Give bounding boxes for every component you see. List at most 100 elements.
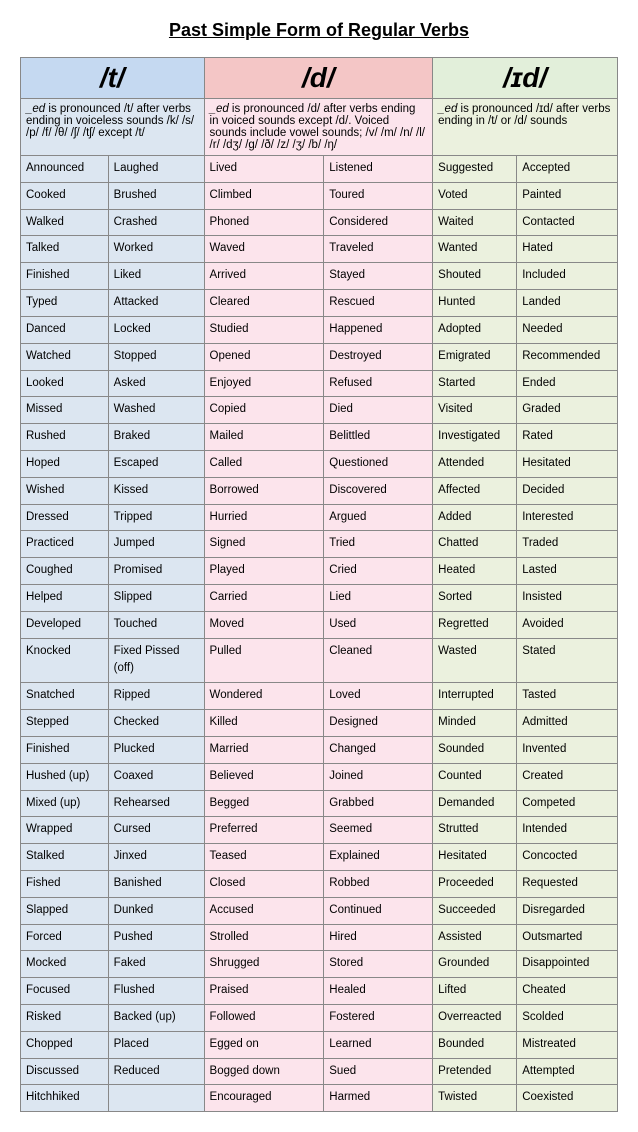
word-cell: Requested [517, 870, 618, 897]
word-cell: Egged on [204, 1031, 324, 1058]
word-cell: Bounded [433, 1031, 517, 1058]
word-cell: Liked [108, 263, 204, 290]
word-cell: Waved [204, 236, 324, 263]
word-cell: Destroyed [324, 343, 433, 370]
word-cell: Invented [517, 736, 618, 763]
word-cell: Jinxed [108, 844, 204, 871]
word-cell: Bogged down [204, 1058, 324, 1085]
word-cell: Hoped [21, 450, 109, 477]
word-cell: Wondered [204, 683, 324, 710]
word-cell: Hitchhiked [21, 1085, 109, 1112]
word-cell [108, 1085, 204, 1112]
word-cell: Encouraged [204, 1085, 324, 1112]
word-cell: Happened [324, 316, 433, 343]
word-cell: Designed [324, 710, 433, 737]
word-cell: Rushed [21, 424, 109, 451]
word-cell: Sorted [433, 585, 517, 612]
word-cell: Wasted [433, 638, 517, 683]
word-cell: Learned [324, 1031, 433, 1058]
word-cell: Landed [517, 290, 618, 317]
word-cell: Phoned [204, 209, 324, 236]
word-cell: Needed [517, 316, 618, 343]
word-cell: Shrugged [204, 951, 324, 978]
word-cell: Laughed [108, 156, 204, 183]
word-cell: Finished [21, 263, 109, 290]
word-cell: Seemed [324, 817, 433, 844]
word-cell: Insisted [517, 585, 618, 612]
word-cell: Strutted [433, 817, 517, 844]
word-cell: Continued [324, 897, 433, 924]
word-cell: Heated [433, 558, 517, 585]
word-cell: Braked [108, 424, 204, 451]
word-cell: Traveled [324, 236, 433, 263]
word-cell: Contacted [517, 209, 618, 236]
word-cell: Discovered [324, 477, 433, 504]
word-cell: Typed [21, 290, 109, 317]
word-cell: Rehearsed [108, 790, 204, 817]
word-cell: Wished [21, 477, 109, 504]
desc-id: _ed is pronounced /ɪd/ after verbs endin… [433, 99, 618, 156]
word-cell: Finished [21, 736, 109, 763]
word-cell: Toured [324, 182, 433, 209]
word-cell: Watched [21, 343, 109, 370]
word-cell: Mistreated [517, 1031, 618, 1058]
word-cell: Ended [517, 370, 618, 397]
word-cell: Hushed (up) [21, 763, 109, 790]
word-cell: Loved [324, 683, 433, 710]
word-cell: Suggested [433, 156, 517, 183]
word-cell: Wanted [433, 236, 517, 263]
word-cell: Scolded [517, 1005, 618, 1032]
word-cell: Married [204, 736, 324, 763]
word-cell: Admitted [517, 710, 618, 737]
word-cell: Coaxed [108, 763, 204, 790]
word-cell: Shouted [433, 263, 517, 290]
word-cell: Explained [324, 844, 433, 871]
word-cell: Focused [21, 978, 109, 1005]
word-cell: Lived [204, 156, 324, 183]
word-cell: Concocted [517, 844, 618, 871]
word-cell: Carried [204, 585, 324, 612]
word-cell: Dunked [108, 897, 204, 924]
word-cell: Stayed [324, 263, 433, 290]
word-cell: Coughed [21, 558, 109, 585]
word-cell: Hesitated [517, 450, 618, 477]
word-cell: Visited [433, 397, 517, 424]
word-cell: Helped [21, 585, 109, 612]
word-cell: Knocked [21, 638, 109, 683]
word-cell: Attacked [108, 290, 204, 317]
word-cell: Waited [433, 209, 517, 236]
desc-t: _ed is pronounced /t/ after verbs ending… [21, 99, 205, 156]
word-cell: Checked [108, 710, 204, 737]
word-cell: Hunted [433, 290, 517, 317]
word-cell: Grounded [433, 951, 517, 978]
word-cell: Robbed [324, 870, 433, 897]
header-id: /ɪd/ [433, 58, 618, 99]
word-cell: Twisted [433, 1085, 517, 1112]
word-cell: Created [517, 763, 618, 790]
word-cell: Looked [21, 370, 109, 397]
word-cell: Played [204, 558, 324, 585]
word-cell: Strolled [204, 924, 324, 951]
word-cell: Missed [21, 397, 109, 424]
word-cell: Changed [324, 736, 433, 763]
word-cell: Voted [433, 182, 517, 209]
word-cell: Mailed [204, 424, 324, 451]
word-cell: Escaped [108, 450, 204, 477]
word-cell: Preferred [204, 817, 324, 844]
word-cell: Overreacted [433, 1005, 517, 1032]
word-cell: Outsmarted [517, 924, 618, 951]
word-cell: Backed (up) [108, 1005, 204, 1032]
word-cell: Hesitated [433, 844, 517, 871]
word-cell: Slipped [108, 585, 204, 612]
word-cell: Tripped [108, 504, 204, 531]
word-cell: Minded [433, 710, 517, 737]
word-cell: Hurried [204, 504, 324, 531]
word-cell: Attempted [517, 1058, 618, 1085]
word-cell: Mixed (up) [21, 790, 109, 817]
word-cell: Walked [21, 209, 109, 236]
word-cell: Snatched [21, 683, 109, 710]
header-t: /t/ [21, 58, 205, 99]
word-cell: Killed [204, 710, 324, 737]
word-cell: Affected [433, 477, 517, 504]
word-cell: Slapped [21, 897, 109, 924]
